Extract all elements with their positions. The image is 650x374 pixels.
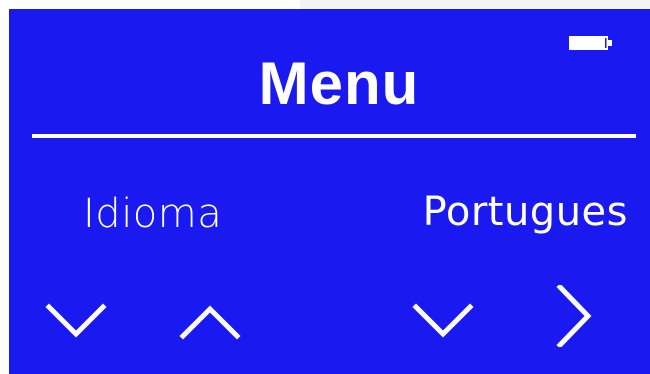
chevron-down-icon[interactable] xyxy=(45,289,107,351)
setting-value[interactable]: Portugues xyxy=(423,187,628,237)
menu-screen: Menu Idioma Portugues xyxy=(9,9,650,374)
chevron-up-icon[interactable] xyxy=(179,292,241,354)
setting-label: Idioma xyxy=(83,191,223,237)
chevron-down-icon[interactable] xyxy=(412,289,474,351)
title-divider xyxy=(32,134,636,138)
device-page: Menu Idioma Portugues xyxy=(0,0,650,374)
page-title: Menu xyxy=(258,50,420,117)
battery-icon xyxy=(569,35,612,50)
chevron-right-icon[interactable] xyxy=(542,285,604,347)
